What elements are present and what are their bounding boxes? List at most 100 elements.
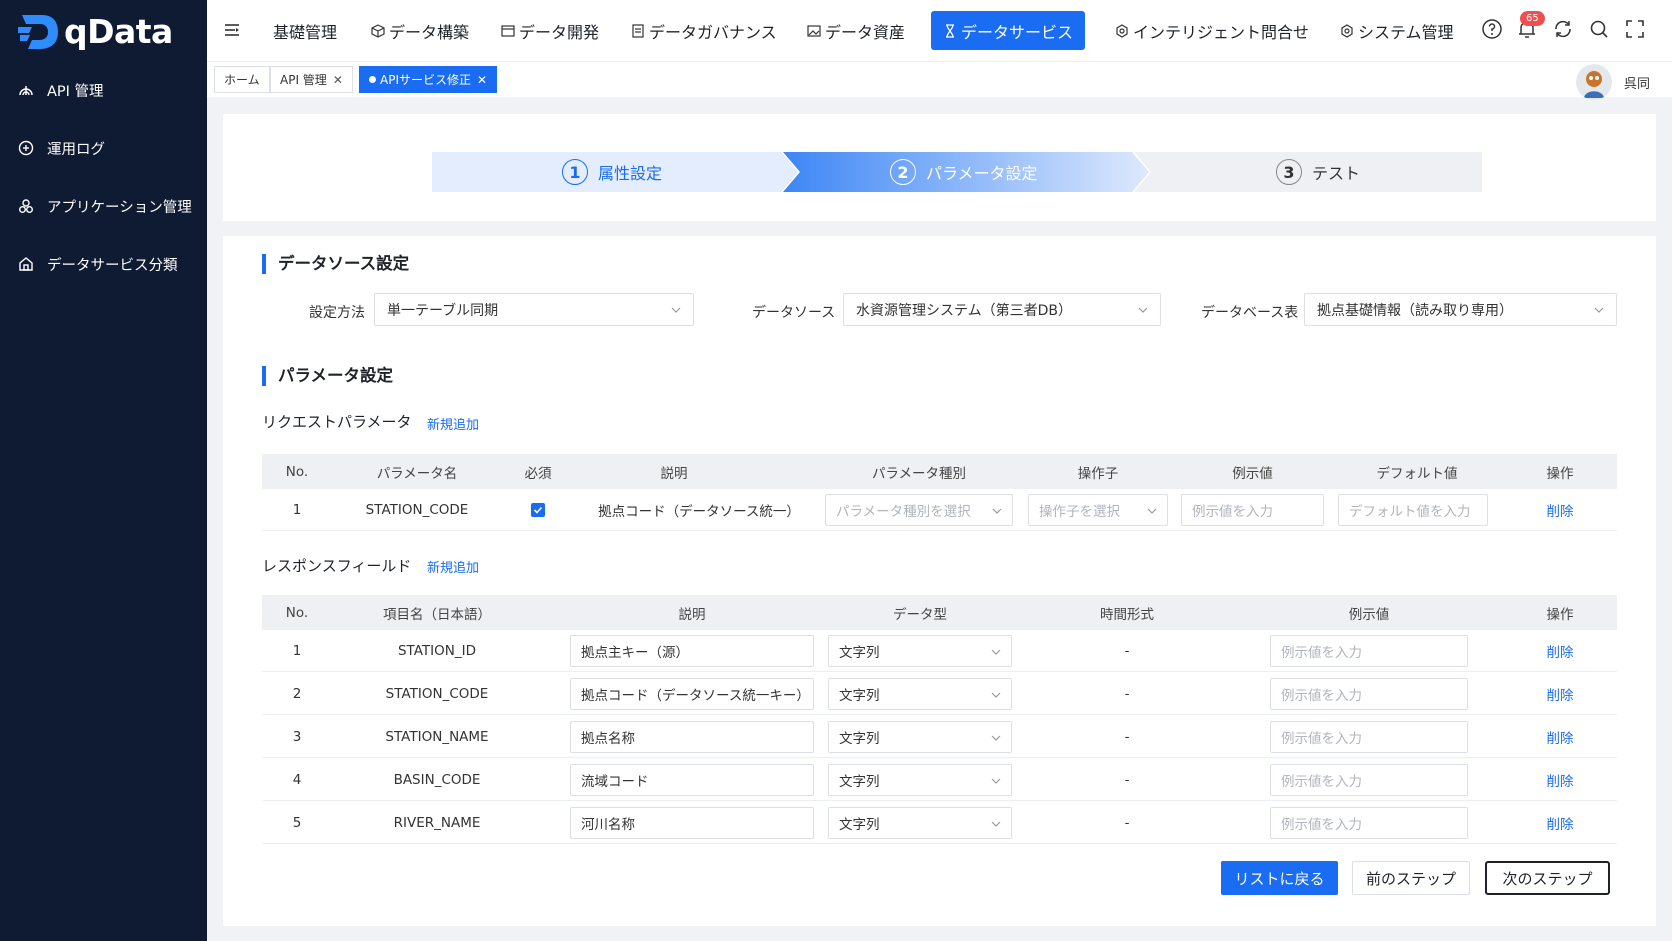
datasource-section-title: データソース設定 <box>262 254 409 274</box>
sidebar-item-api-management[interactable]: API 管理 <box>18 78 104 102</box>
field-description-input[interactable]: 河川名称 <box>570 807 814 839</box>
nav-intelligent-query[interactable]: インテリジェント問合せ <box>1115 11 1309 50</box>
data-type-select[interactable]: 文字列 <box>828 807 1012 839</box>
step-test[interactable]: 3 テスト <box>1276 152 1360 192</box>
operator-select[interactable]: 操作子を選択 <box>1028 494 1168 526</box>
nav-basic-management[interactable]: 基礎管理 <box>273 11 337 50</box>
step-indicator: 1 属性設定 2 パラメータ設定 3 テスト <box>432 152 1482 192</box>
sidebar-item-label: 運用ログ <box>47 141 105 158</box>
step-attribute-settings[interactable]: 1 属性設定 <box>562 152 662 192</box>
user-name: 呉同 <box>1623 76 1650 92</box>
chevron-down-icon <box>991 692 1001 698</box>
delete-link[interactable]: 削除 <box>1512 759 1608 801</box>
field-name: RIVER_NAME <box>393 815 481 831</box>
previous-step-button[interactable]: 前のステップ <box>1352 861 1470 895</box>
tab-label: API 管理 <box>280 73 327 87</box>
column-header: 項目名（日本語） <box>383 606 491 623</box>
users-icon <box>19 199 33 213</box>
next-step-button[interactable]: 次のステップ <box>1485 861 1610 895</box>
sidebar-item-operation-log[interactable]: 運用ログ <box>18 136 105 160</box>
step-number: 1 <box>562 159 588 185</box>
step-label: 属性設定 <box>598 164 663 183</box>
field-name: STATION_ID <box>397 643 477 659</box>
close-icon[interactable]: ✕ <box>333 73 343 87</box>
time-format: - <box>1124 686 1130 702</box>
log-icon <box>18 140 34 156</box>
field-description-input[interactable]: 拠点コード（データソース統一キー） <box>570 678 814 710</box>
column-header: 操作 <box>1546 606 1574 623</box>
nav-label: データ資産 <box>825 22 906 42</box>
sidebar-item-label: データサービス分類 <box>47 257 178 274</box>
logo-icon <box>18 14 58 49</box>
nav-label: システム管理 <box>1358 22 1454 42</box>
required-checkbox[interactable] <box>531 503 545 517</box>
nav-system-management[interactable]: システム管理 <box>1340 11 1454 50</box>
field-description-input[interactable]: 拠点名称 <box>570 721 814 753</box>
example-value-input[interactable]: 例示値を入力 <box>1270 807 1468 839</box>
table-select[interactable]: 拠点基礎情報（読み取り専用） <box>1304 293 1617 326</box>
example-value-input[interactable]: 例示値を入力 <box>1270 721 1468 753</box>
default-value-input[interactable]: デフォルト値を入力 <box>1338 494 1488 526</box>
nav-data-service[interactable]: データサービス <box>931 11 1086 50</box>
data-type-select[interactable]: 文字列 <box>828 635 1012 667</box>
add-request-param-link[interactable]: 新規追加 <box>427 414 479 433</box>
nav-label: 基礎管理 <box>273 22 338 42</box>
method-select[interactable]: 単一テーブル同期 <box>374 293 694 326</box>
back-to-list-button[interactable]: リストに戻る <box>1221 861 1338 895</box>
placeholder-text: 例示値を入力 <box>1281 688 1362 704</box>
tab-api-management[interactable]: API 管理 ✕ <box>270 66 353 93</box>
tabs-bar: ホーム API 管理 ✕ APIサービス修正 ✕ 呉同 <box>207 61 1672 100</box>
chevron-down-icon <box>671 307 681 313</box>
tab-api-service-edit[interactable]: APIサービス修正 ✕ <box>359 66 498 93</box>
example-value-input[interactable]: 例示値を入力 <box>1270 635 1468 667</box>
sidebar-item-application-management[interactable]: アプリケーション管理 <box>18 194 192 218</box>
step-label: パラメータ設定 <box>926 164 1038 183</box>
data-type-select[interactable]: 文字列 <box>828 678 1012 710</box>
request-table-header: No. パラメータ名 必須 説明 パラメータ種別 操作子 例示値 デフォルト値 … <box>262 454 1617 489</box>
method-value: 単一テーブル同期 <box>387 302 499 319</box>
nav-data-construction[interactable]: データ構築 <box>371 11 469 50</box>
sidebar-item-data-service-category[interactable]: データサービス分類 <box>18 252 178 276</box>
search-icon[interactable] <box>1588 18 1610 40</box>
delete-link[interactable]: 削除 <box>1512 802 1608 844</box>
source-select[interactable]: 水資源管理システム（第三者DB） <box>843 293 1161 326</box>
param-type-select[interactable]: パラメータ種別を選択 <box>825 494 1013 526</box>
menu-toggle-icon[interactable] <box>223 21 241 39</box>
param-description: 拠点コード（データソース統一） <box>598 504 800 520</box>
field-description-input[interactable]: 流域コード <box>570 764 814 796</box>
fullscreen-icon[interactable] <box>1624 18 1646 40</box>
delete-link[interactable]: 削除 <box>1512 673 1608 715</box>
example-value-input[interactable]: 例示値を入力 <box>1181 494 1324 526</box>
delete-link[interactable]: 削除 <box>1512 630 1608 672</box>
nav-data-assets[interactable]: データ資産 <box>807 11 905 50</box>
delete-link[interactable]: 削除 <box>1512 716 1608 758</box>
delete-link[interactable]: 削除 <box>1512 489 1608 531</box>
step-parameter-settings[interactable]: 2 パラメータ設定 <box>890 152 1038 192</box>
placeholder-text: 例示値を入力 <box>1281 645 1362 661</box>
nav-data-governance[interactable]: データガバナンス <box>631 11 777 50</box>
example-value-input[interactable]: 例示値を入力 <box>1270 678 1468 710</box>
category-icon <box>19 257 33 271</box>
data-type-select[interactable]: 文字列 <box>828 764 1012 796</box>
row-number: 5 <box>292 815 302 831</box>
column-header: デフォルト値 <box>1376 465 1458 482</box>
required-checkbox-cell <box>502 489 574 531</box>
add-response-field-link[interactable]: 新規追加 <box>427 557 479 576</box>
logo: qData <box>18 12 173 51</box>
example-value-input[interactable]: 例示値を入力 <box>1270 764 1468 796</box>
request-params-title: リクエストパラメータ <box>262 413 412 431</box>
user-menu[interactable]: 呉同 <box>1575 64 1650 100</box>
column-header: 例示値 <box>1348 606 1390 623</box>
help-icon[interactable] <box>1481 18 1503 40</box>
data-type-select[interactable]: 文字列 <box>828 721 1012 753</box>
time-format: - <box>1124 815 1130 831</box>
tab-home[interactable]: ホーム <box>214 66 270 93</box>
refresh-icon[interactable] <box>1552 18 1574 40</box>
placeholder-text: 操作子を選択 <box>1039 504 1120 520</box>
nav-data-development[interactable]: データ開発 <box>501 11 599 50</box>
sidebar: qData API 管理 運用ログ アプリケーション管理 データサービス分類 <box>0 0 207 941</box>
chevron-down-icon <box>991 735 1001 741</box>
api-icon <box>19 86 33 96</box>
close-icon[interactable]: ✕ <box>477 73 487 87</box>
field-description-input[interactable]: 拠点主キー（源） <box>570 635 814 667</box>
